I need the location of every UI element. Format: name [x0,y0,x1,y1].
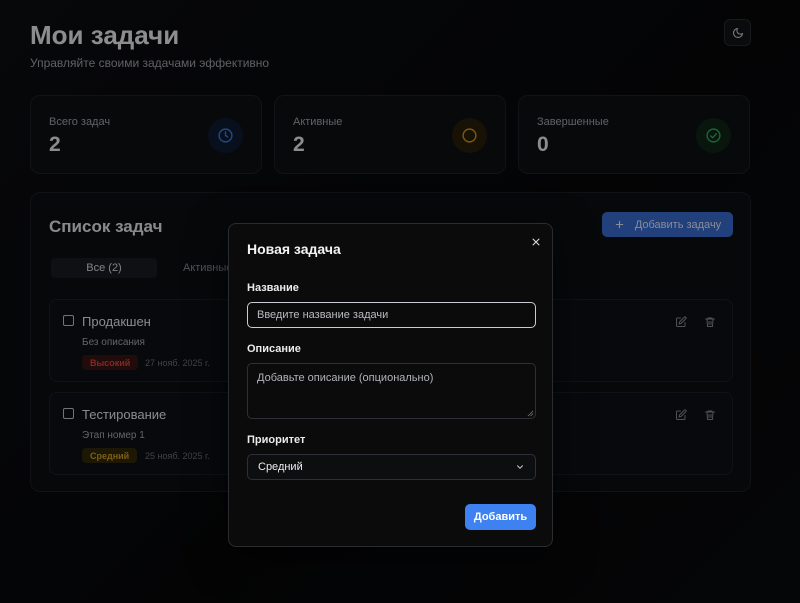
new-task-dialog: Новая задача Название Описание Приоритет… [228,223,553,547]
name-label: Название [247,282,299,294]
description-label: Описание [247,343,301,355]
chevron-down-icon [517,465,523,469]
task-name-input[interactable] [247,302,536,328]
close-button[interactable] [529,235,543,249]
close-icon [532,238,540,246]
submit-button[interactable]: Добавить [465,504,536,530]
dialog-title: Новая задача [247,241,341,257]
priority-label: Приоритет [247,434,306,446]
app-page: Мои задачи Управляйте своими задачами эф… [0,0,800,603]
resize-grip-icon[interactable] [527,410,534,417]
priority-selected-value: Средний [258,461,303,473]
priority-select[interactable]: Средний [247,454,536,480]
task-description-input[interactable] [247,363,536,419]
